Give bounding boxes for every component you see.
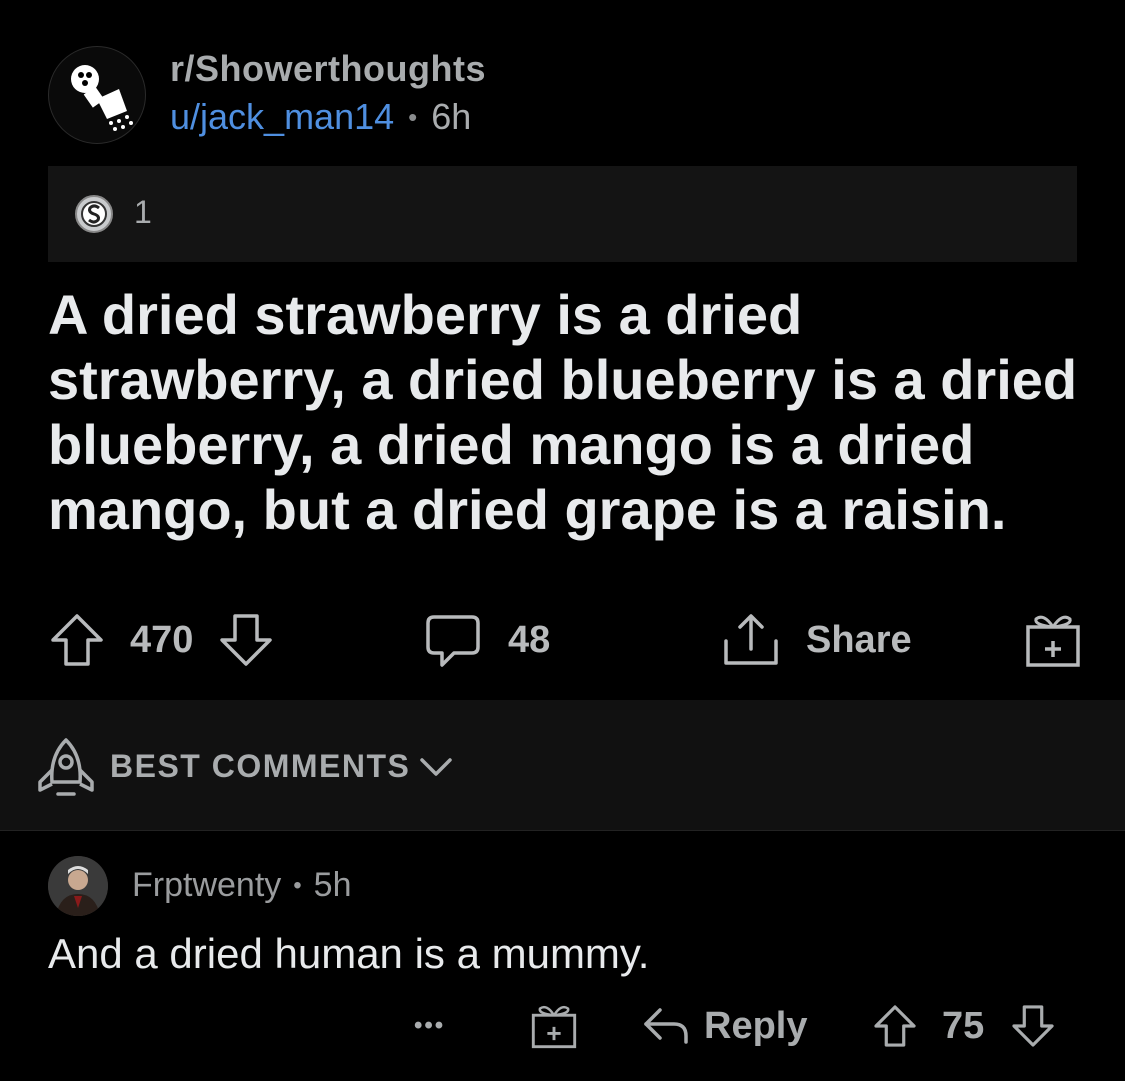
comment-score: 75 [942, 1004, 985, 1047]
comment-author-avatar[interactable] [48, 856, 108, 916]
comment-author[interactable]: Frptwenty [132, 866, 281, 905]
vote-group: 470 [48, 608, 275, 672]
comment-body: And a dried human is a mummy. [48, 930, 650, 977]
comment-meta: Frptwenty • 5h [132, 866, 352, 905]
separator-dot: • [408, 101, 418, 132]
downvote-icon[interactable] [1010, 1003, 1056, 1049]
gift-award-icon [1026, 615, 1080, 667]
share-label: Share [806, 618, 912, 661]
upvote-count: 470 [130, 618, 194, 661]
subreddit-avatar[interactable] [48, 46, 146, 144]
post-author[interactable]: u/jack_man14 [170, 96, 394, 138]
upvote-icon[interactable] [872, 1003, 918, 1049]
award-button[interactable] [1024, 608, 1082, 672]
upvote-icon[interactable] [48, 611, 106, 669]
comment-more-button[interactable]: ••• [414, 996, 445, 1056]
comment-count: 48 [508, 618, 551, 661]
awards-bar[interactable]: 1 [48, 166, 1077, 262]
share-icon [724, 614, 778, 665]
downvote-icon[interactable] [217, 611, 275, 669]
subreddit-name[interactable]: r/Showerthoughts [170, 48, 486, 90]
more-icon: ••• [414, 1012, 446, 1039]
reply-icon [644, 1008, 688, 1044]
rocket-icon [38, 738, 94, 796]
reply-label: Reply [704, 1004, 808, 1047]
post-title[interactable]: A dried strawberry is a dried strawberry… [48, 282, 1088, 542]
silver-award-icon [75, 195, 113, 233]
post-byline: u/jack_man14 • 6h [170, 96, 471, 138]
award-count: 1 [134, 194, 152, 230]
chevron-down-icon [420, 758, 452, 776]
sort-label: BEST COMMENTS [110, 748, 411, 784]
comment-sort-bar[interactable]: BEST COMMENTS [0, 700, 1125, 831]
comment-award-button[interactable] [530, 996, 578, 1056]
comment-age: 5h [313, 866, 352, 904]
showerthoughts-logo-icon [71, 65, 133, 131]
comments-button[interactable]: 48 [424, 608, 550, 672]
comment-icon [426, 615, 480, 667]
post-age: 6h [431, 96, 472, 137]
user-avatar-icon [48, 856, 108, 916]
gift-award-icon [531, 1005, 577, 1049]
share-button[interactable]: Share [722, 608, 912, 672]
reply-button[interactable]: Reply [642, 996, 807, 1056]
comment-vote-group: 75 [872, 996, 1056, 1056]
separator-dot: • [293, 871, 302, 899]
